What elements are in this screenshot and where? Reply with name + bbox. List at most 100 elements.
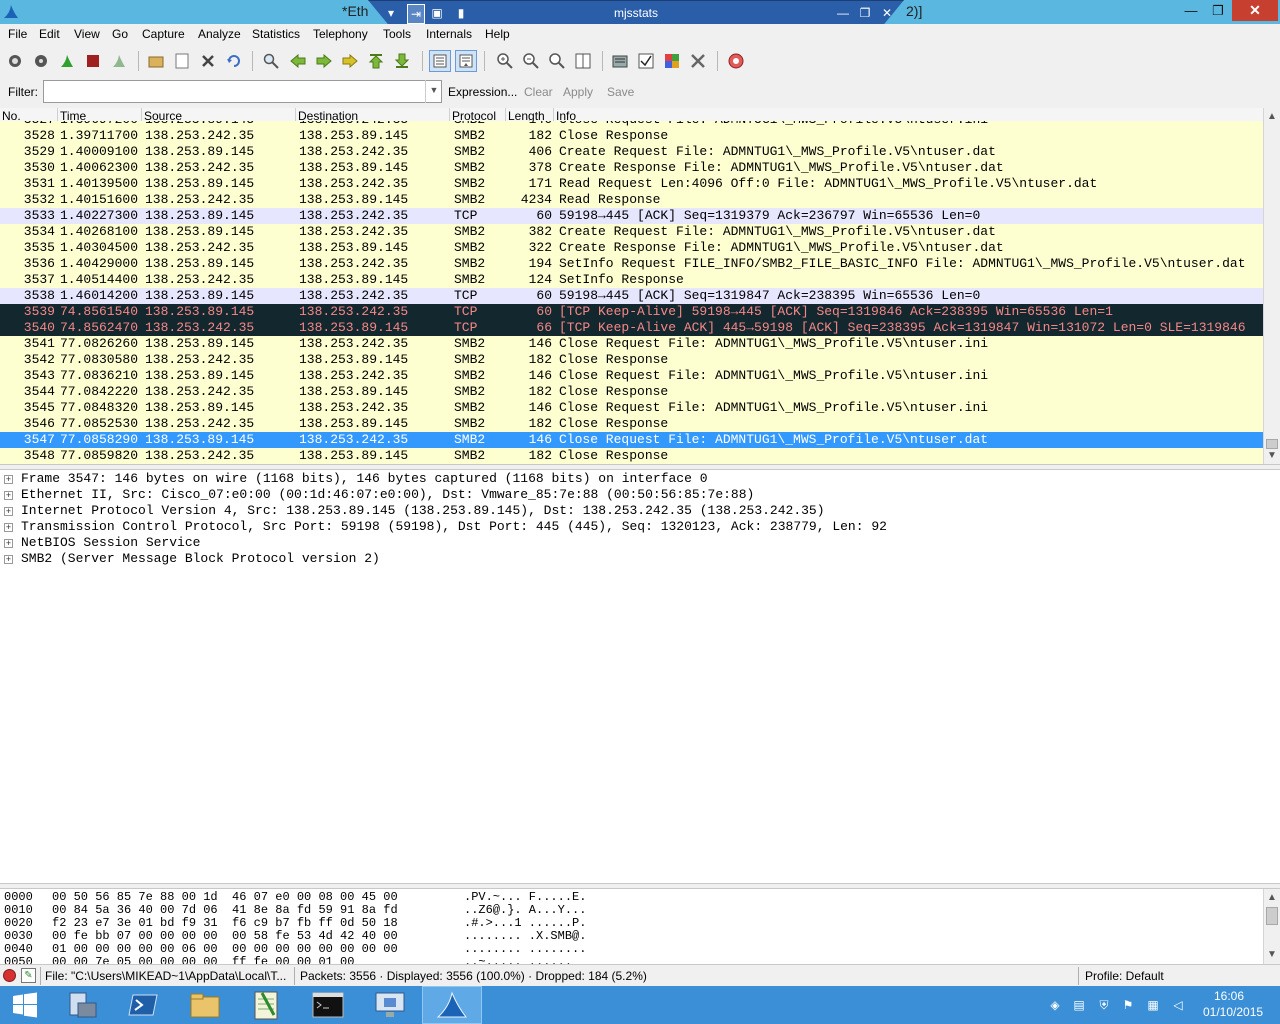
menu-internals[interactable]: Internals — [426, 27, 472, 41]
save-filter-button[interactable]: Save — [607, 85, 634, 99]
remote-desktop-taskbar-item[interactable] — [360, 986, 420, 1024]
go-forward-icon[interactable] — [315, 52, 333, 70]
menu-tools[interactable]: Tools — [383, 27, 411, 41]
packet-row[interactable]: 3542 77.0830580 138.253.242.35 138.253.89.1… — [0, 352, 1263, 368]
capture-options-icon[interactable] — [32, 52, 50, 70]
expand-icon[interactable]: + — [4, 507, 13, 516]
powershell-taskbar-item[interactable] — [113, 986, 173, 1024]
packet-list-scrollbar[interactable]: ▲ ▼ — [1263, 108, 1280, 464]
scroll-down-arrow-icon[interactable]: ▼ — [1264, 448, 1280, 464]
maximize-button[interactable]: ❐ — [1205, 1, 1231, 21]
server-manager-taskbar-item[interactable] — [52, 986, 112, 1024]
status-profile[interactable]: Profile: Default — [1085, 969, 1164, 983]
network-shield-icon[interactable]: ◈ — [1047, 997, 1063, 1013]
packet-row[interactable]: 3537 1.40514400 138.253.242.35 138.253.89.1… — [0, 272, 1263, 288]
expand-icon[interactable]: + — [4, 539, 13, 548]
packet-row[interactable]: 3528 1.39711700 138.253.242.35 138.253.89.1… — [0, 128, 1263, 144]
close-file-icon[interactable] — [199, 52, 217, 70]
open-file-icon[interactable] — [147, 52, 165, 70]
packet-row[interactable]: 3541 77.0826260 138.253.89.145 138.253.242.… — [0, 336, 1263, 352]
filter-input[interactable] — [43, 80, 442, 103]
packet-row[interactable]: 3547 77.0858290 138.253.89.145 138.253.242.… — [0, 432, 1263, 448]
command-prompt-taskbar-item[interactable] — [298, 986, 358, 1024]
reload-icon[interactable] — [225, 52, 243, 70]
scrollbar-thumb[interactable] — [1266, 907, 1278, 925]
minimize-button[interactable]: — — [1178, 1, 1204, 21]
coloring-rules-icon[interactable] — [663, 52, 681, 70]
help-icon[interactable] — [727, 52, 745, 70]
action-center-flag-icon[interactable]: ⚑ — [1120, 997, 1136, 1013]
restart-capture-icon[interactable] — [110, 52, 128, 70]
packet-row[interactable]: 3546 77.0852530 138.253.242.35 138.253.89.1… — [0, 416, 1263, 432]
wireshark-taskbar-item[interactable] — [422, 986, 482, 1024]
packet-row[interactable]: 3544 77.0842220 138.253.242.35 138.253.89.1… — [0, 384, 1263, 400]
autoscroll-icon[interactable] — [455, 50, 477, 72]
packet-row[interactable]: 3531 1.40139500 138.253.89.145 138.253.242.… — [0, 176, 1263, 192]
security-shield-icon[interactable]: ⛨ — [1096, 997, 1112, 1013]
filter-dropdown-chevron-icon[interactable]: ▼ — [425, 80, 442, 103]
menu-view[interactable]: View — [74, 27, 100, 41]
packet-row[interactable]: 3545 77.0848320 138.253.89.145 138.253.242.… — [0, 400, 1263, 416]
apply-button[interactable]: Apply — [563, 85, 593, 99]
packet-row[interactable]: 3540 74.8562470 138.253.242.35 138.253.89.1… — [0, 320, 1263, 336]
colorize-icon[interactable] — [429, 50, 451, 72]
expand-icon[interactable]: + — [4, 475, 13, 484]
rdp-minimize-button[interactable]: — — [835, 4, 851, 22]
packet-row[interactable]: 3536 1.40429000 138.253.89.145 138.253.242.… — [0, 256, 1263, 272]
go-back-icon[interactable] — [289, 52, 307, 70]
scroll-down-arrow-icon[interactable]: ▼ — [1264, 947, 1280, 963]
menu-statistics[interactable]: Statistics — [252, 27, 300, 41]
menu-telephony[interactable]: Telephony — [313, 27, 368, 41]
clear-button[interactable]: Clear — [524, 85, 553, 99]
start-capture-icon[interactable] — [58, 52, 76, 70]
packet-row[interactable]: 3527 1.39697200 138.253.89.145 138.253.242.… — [0, 121, 1263, 128]
stop-capture-icon[interactable] — [84, 52, 102, 70]
start-button[interactable] — [0, 986, 50, 1024]
go-first-icon[interactable] — [367, 52, 385, 70]
volume-muted-icon[interactable]: ◁ — [1170, 997, 1186, 1013]
menu-file[interactable]: File — [8, 27, 27, 41]
go-last-icon[interactable] — [393, 52, 411, 70]
display-filters-icon[interactable] — [637, 52, 655, 70]
packet-row[interactable]: 3535 1.40304500 138.253.242.35 138.253.89.1… — [0, 240, 1263, 256]
packet-row[interactable]: 3533 1.40227300 138.253.89.145 138.253.242.… — [0, 208, 1263, 224]
clock-date[interactable]: 01/10/2015 — [1203, 1005, 1263, 1019]
rdp-restore-button[interactable]: ❐ — [857, 4, 873, 22]
close-button[interactable]: ✕ — [1232, 0, 1278, 21]
save-file-icon[interactable] — [173, 52, 191, 70]
bytes-scrollbar[interactable]: ▲ ▼ — [1263, 889, 1280, 964]
packet-row[interactable]: 3529 1.40009100 138.253.89.145 138.253.242.… — [0, 144, 1263, 160]
packet-row[interactable]: 3534 1.40268100 138.253.89.145 138.253.242.… — [0, 224, 1263, 240]
notepad-plus-plus-taskbar-item[interactable] — [236, 986, 296, 1024]
capture-filters-icon[interactable] — [611, 52, 629, 70]
packet-row[interactable]: 3532 1.40151600 138.253.242.35 138.253.89.1… — [0, 192, 1263, 208]
expand-icon[interactable]: + — [4, 491, 13, 500]
expand-icon[interactable]: + — [4, 555, 13, 564]
packet-row[interactable]: 3548 77.0859820 138.253.242.35 138.253.89.1… — [0, 448, 1263, 464]
go-to-packet-icon[interactable] — [341, 52, 359, 70]
scroll-up-arrow-icon[interactable]: ▲ — [1264, 890, 1280, 906]
menu-help[interactable]: Help — [485, 27, 510, 41]
interface-list-icon[interactable] — [6, 52, 24, 70]
scroll-up-arrow-icon[interactable]: ▲ — [1264, 109, 1280, 125]
menu-capture[interactable]: Capture — [142, 27, 185, 41]
keyboard-icon[interactable]: ▤ — [1071, 997, 1087, 1013]
zoom-normal-icon[interactable] — [548, 52, 566, 70]
zoom-in-icon[interactable] — [496, 52, 514, 70]
menu-go[interactable]: Go — [112, 27, 128, 41]
packet-row[interactable]: 3543 77.0836210 138.253.89.145 138.253.242.… — [0, 368, 1263, 384]
expand-icon[interactable]: + — [4, 523, 13, 532]
menu-edit[interactable]: Edit — [39, 27, 60, 41]
preferences-icon[interactable] — [689, 52, 707, 70]
packet-row[interactable]: 3538 1.46014200 138.253.89.145 138.253.242.… — [0, 288, 1263, 304]
packet-row[interactable]: 3539 74.8561540 138.253.89.145 138.253.242.… — [0, 304, 1263, 320]
packet-row[interactable]: 3530 1.40062300 138.253.242.35 138.253.89.1… — [0, 160, 1263, 176]
clock-time[interactable]: 16:06 — [1214, 989, 1244, 1003]
expert-info-icon[interactable] — [3, 969, 16, 982]
file-explorer-taskbar-item[interactable] — [175, 986, 235, 1024]
zoom-out-icon[interactable] — [522, 52, 540, 70]
network-icon[interactable]: ▦ — [1145, 997, 1161, 1013]
menu-analyze[interactable]: Analyze — [198, 27, 241, 41]
resize-columns-icon[interactable] — [574, 52, 592, 70]
capture-comment-icon[interactable]: ✎ — [21, 968, 36, 983]
